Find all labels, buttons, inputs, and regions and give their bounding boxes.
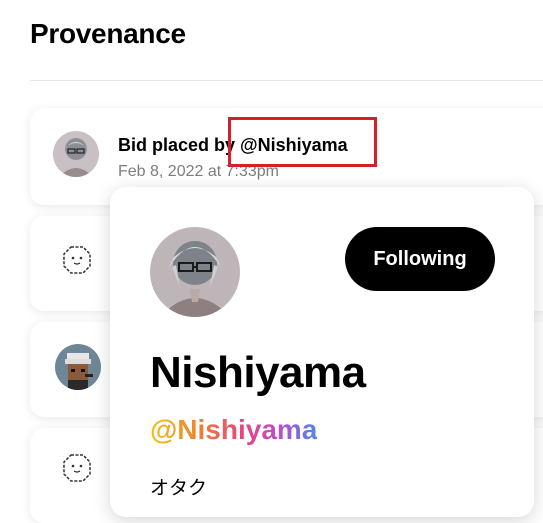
event-avatar-pixel[interactable] [55, 344, 101, 390]
following-button[interactable]: Following [345, 227, 495, 291]
profile-bio: オタク [150, 478, 208, 499]
profile-handle[interactable]: @Nishiyama [150, 414, 317, 446]
profile-name: Nishiyama [150, 348, 366, 397]
provenance-title: Provenance [30, 18, 186, 49]
event-avatar[interactable] [53, 131, 99, 177]
highlight-box [228, 117, 377, 167]
profile-avatar[interactable] [150, 227, 240, 317]
octagon-face-icon [63, 454, 91, 482]
octagon-face-icon [63, 246, 91, 274]
title-divider [30, 80, 543, 81]
